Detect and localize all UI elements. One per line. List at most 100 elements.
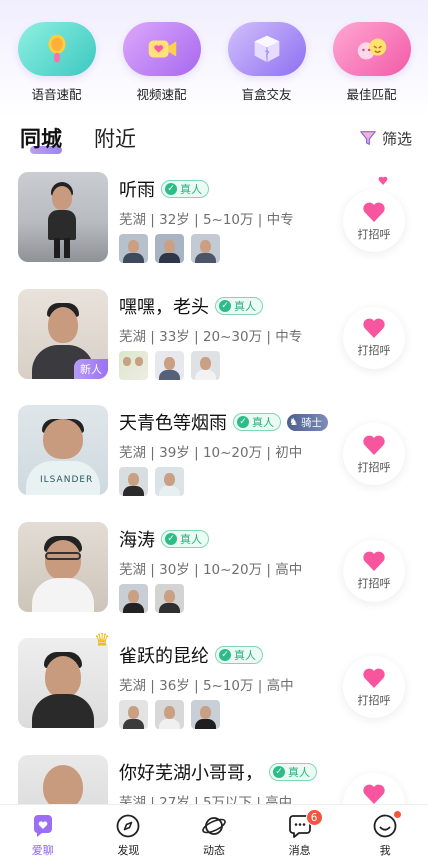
photo-thumb[interactable]: [119, 467, 148, 496]
avatar[interactable]: 新人: [18, 288, 108, 379]
quick-best-match[interactable]: 最佳匹配: [322, 22, 422, 108]
photo-thumb[interactable]: [155, 234, 184, 263]
check-icon: ✓: [237, 416, 249, 428]
user-card[interactable]: 听雨 ✓ 真人 芜湖 | 32岁 | 5~10万 | 中专 打招呼: [0, 172, 428, 289]
quick-video-match[interactable]: 视频速配: [112, 22, 212, 108]
avatar[interactable]: [18, 638, 108, 728]
crown-icon: ♛: [94, 630, 111, 651]
new-user-badge: 新人: [74, 358, 108, 379]
user-card[interactable]: ♛ 雀跃的昆纶 ✓ 真人 芜湖 | 36岁 | 5~10万 | 高中 打招呼: [0, 630, 428, 755]
verified-label: 真人: [234, 299, 256, 313]
avatar[interactable]: ILSANDER: [18, 405, 108, 495]
notification-dot: [393, 810, 403, 819]
name-line: 嘿嘿，老头 ✓ 真人: [119, 293, 263, 319]
unread-badge: 6: [305, 809, 323, 826]
avatar[interactable]: [18, 172, 108, 262]
photo-thumb[interactable]: [191, 350, 220, 380]
tab-nearby[interactable]: 附近: [94, 123, 136, 153]
verified-badge: ✓ 真人: [215, 296, 263, 315]
video-camera-icon: [122, 22, 201, 76]
quick-label: 语音速配: [31, 87, 82, 102]
photo-thumb[interactable]: [191, 700, 220, 729]
helmet-icon: ♞: [289, 416, 298, 428]
svg-text:?: ?: [264, 50, 269, 61]
name-line: 雀跃的昆纶 ✓ 真人: [119, 642, 263, 668]
matching-faces-icon: [332, 22, 411, 76]
nav-chat[interactable]: 爱聊: [3, 813, 83, 858]
user-name: 天青色等烟雨: [119, 413, 227, 434]
nav-me[interactable]: 我: [345, 810, 425, 858]
quick-label: 盲盒交友: [241, 87, 292, 102]
verified-badge: ✓ 真人: [215, 646, 263, 664]
user-card[interactable]: 海涛 ✓ 真人 芜湖 | 30岁 | 10~20万 | 高中 打招呼: [0, 521, 428, 639]
photo-thumb[interactable]: [119, 700, 148, 729]
photo-thumb[interactable]: [119, 350, 148, 380]
greet-label: 打招呼: [357, 693, 391, 707]
nav-moments[interactable]: 动态: [174, 813, 254, 858]
verified-badge: ✓ 真人: [161, 180, 209, 198]
tab-label: 同城: [20, 127, 62, 151]
user-list: 听雨 ✓ 真人 芜湖 | 32岁 | 5~10万 | 中专 打招呼 新人 嘿嘿，老…: [0, 172, 428, 864]
compass-icon: [116, 814, 140, 838]
verified-label: 真人: [234, 649, 256, 662]
photo-thumbs: [119, 700, 227, 729]
user-name: 嘿嘿，老头: [119, 296, 209, 318]
photo-thumb[interactable]: [155, 467, 184, 496]
photo-thumb[interactable]: [155, 583, 184, 613]
user-info: 芜湖 | 33岁 | 20~30万 | 中专: [119, 328, 303, 345]
user-card[interactable]: ILSANDER 天青色等烟雨 ✓ 真人 ♞ 骑士 芜湖 | 39岁 | 10~20…: [0, 405, 428, 522]
name-line: 海涛 ✓ 真人: [119, 526, 209, 552]
location-tabs: 同城 附近 筛选: [0, 118, 428, 158]
mystery-box-icon: ?: [227, 22, 306, 76]
heart-icon: [363, 318, 385, 338]
name-line: 听雨 ✓ 真人: [119, 176, 209, 202]
check-icon: ✓: [219, 649, 231, 661]
nav-label: 发现: [117, 844, 140, 857]
greet-button[interactable]: 打招呼: [343, 306, 405, 369]
quick-voice-match[interactable]: 语音速配: [7, 22, 107, 108]
greet-label: 打招呼: [357, 460, 391, 474]
name-line: 你好芜湖小哥哥， ✓ 真人: [119, 759, 317, 785]
photo-thumb[interactable]: [191, 234, 220, 263]
user-info: 芜湖 | 39岁 | 10~20万 | 初中: [119, 445, 303, 461]
photo-thumbs: [119, 234, 227, 263]
user-info: 芜湖 | 30岁 | 10~20万 | 高中: [119, 561, 303, 578]
knight-badge: ♞ 骑士: [287, 413, 328, 431]
greet-button[interactable]: 打招呼: [343, 423, 405, 485]
nav-label: 爱聊: [31, 844, 54, 857]
quick-mystery-box[interactable]: ? 盲盒交友: [217, 22, 317, 108]
greet-button[interactable]: 打招呼: [343, 190, 405, 252]
user-card[interactable]: 新人 嘿嘿，老头 ✓ 真人 芜湖 | 33岁 | 20~30万 | 中专 打招呼: [0, 288, 428, 406]
heart-icon: [378, 176, 388, 185]
photo-thumb[interactable]: [155, 350, 184, 380]
verified-label: 真人: [180, 183, 202, 196]
verified-label: 真人: [288, 765, 310, 779]
nav-messages[interactable]: 6 消息: [260, 809, 340, 858]
photo-thumbs: [119, 467, 191, 496]
check-icon: ✓: [219, 299, 231, 312]
verified-badge: ✓ 真人: [233, 413, 281, 431]
check-icon: ✓: [165, 532, 177, 545]
nav-label: 我: [379, 844, 391, 857]
heart-chat-icon: [33, 815, 52, 837]
heart-icon: [363, 784, 385, 804]
nav-discover[interactable]: 发现: [88, 813, 168, 858]
check-icon: ✓: [273, 765, 285, 778]
greet-label: 打招呼: [357, 344, 391, 357]
quick-label: 最佳匹配: [346, 87, 397, 102]
filter-button[interactable]: 筛选: [359, 128, 412, 149]
greet-button[interactable]: 打招呼: [343, 656, 405, 718]
user-info: 芜湖 | 32岁 | 5~10万 | 中专: [119, 212, 294, 228]
greet-button[interactable]: 打招呼: [343, 539, 405, 602]
nav-label: 动态: [202, 844, 225, 857]
user-info: 芜湖 | 36岁 | 5~10万 | 高中: [119, 678, 294, 694]
photo-thumb[interactable]: [119, 234, 148, 263]
photo-thumbs: [119, 350, 227, 380]
name-line: 天青色等烟雨 ✓ 真人 ♞ 骑士: [119, 409, 328, 435]
planet-icon: [202, 817, 226, 835]
avatar[interactable]: [18, 521, 108, 612]
tab-same-city[interactable]: 同城: [20, 123, 62, 154]
photo-thumb[interactable]: [155, 700, 184, 729]
photo-thumb[interactable]: [119, 583, 148, 613]
user-name: 海涛: [119, 529, 155, 551]
